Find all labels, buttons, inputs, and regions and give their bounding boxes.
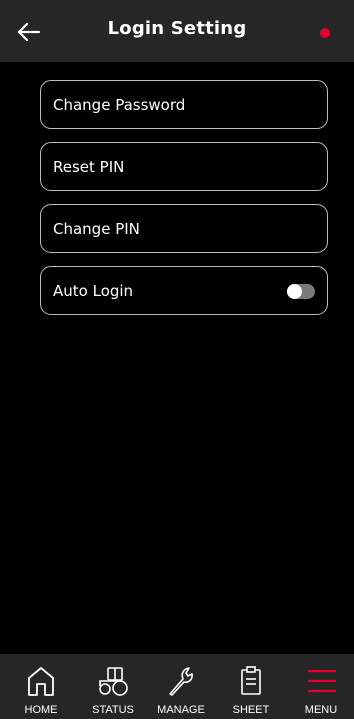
nav-manage-label: MANAGE xyxy=(157,704,205,716)
nav-sheet-label: SHEET xyxy=(232,704,270,716)
nav-menu-label: MENU xyxy=(304,704,338,716)
home-icon xyxy=(28,667,54,696)
change-pin-button[interactable]: Change PIN xyxy=(40,204,328,253)
status-dot xyxy=(320,28,330,38)
nav-home-label: HOME xyxy=(24,704,58,716)
auto-login-toggle[interactable] xyxy=(287,284,315,299)
change-pin-label: Change PIN xyxy=(53,219,140,238)
auto-login-label: Auto Login xyxy=(53,281,134,300)
nav-menu[interactable]: MENU xyxy=(286,654,354,719)
nav-sheet[interactable]: SHEET xyxy=(216,654,286,719)
clipboard-icon xyxy=(241,666,261,695)
change-password-button[interactable]: Change Password xyxy=(40,80,328,129)
reset-pin-label: Reset PIN xyxy=(53,157,125,176)
nav-status-label: STATUS xyxy=(92,704,134,716)
wrench-icon xyxy=(169,667,193,696)
reset-pin-button[interactable]: Reset PIN xyxy=(40,142,328,191)
nav-status[interactable]: STATUS xyxy=(78,654,148,719)
page-title: Login Setting xyxy=(107,18,247,39)
toggle-knob xyxy=(287,284,302,299)
nav-manage[interactable]: MANAGE xyxy=(146,654,216,719)
bottom-navbar: HOME STATUS MANAGE SHEET MENU xyxy=(0,654,354,719)
tractor-icon xyxy=(99,667,128,696)
nav-home[interactable]: HOME xyxy=(6,654,76,719)
auto-login-row: Auto Login xyxy=(40,266,328,315)
hamburger-menu-icon xyxy=(308,669,336,693)
change-password-label: Change Password xyxy=(53,95,186,114)
settings-list: Change Password Reset PIN Change PIN Aut… xyxy=(0,62,354,654)
app-header: Login Setting xyxy=(0,0,354,62)
